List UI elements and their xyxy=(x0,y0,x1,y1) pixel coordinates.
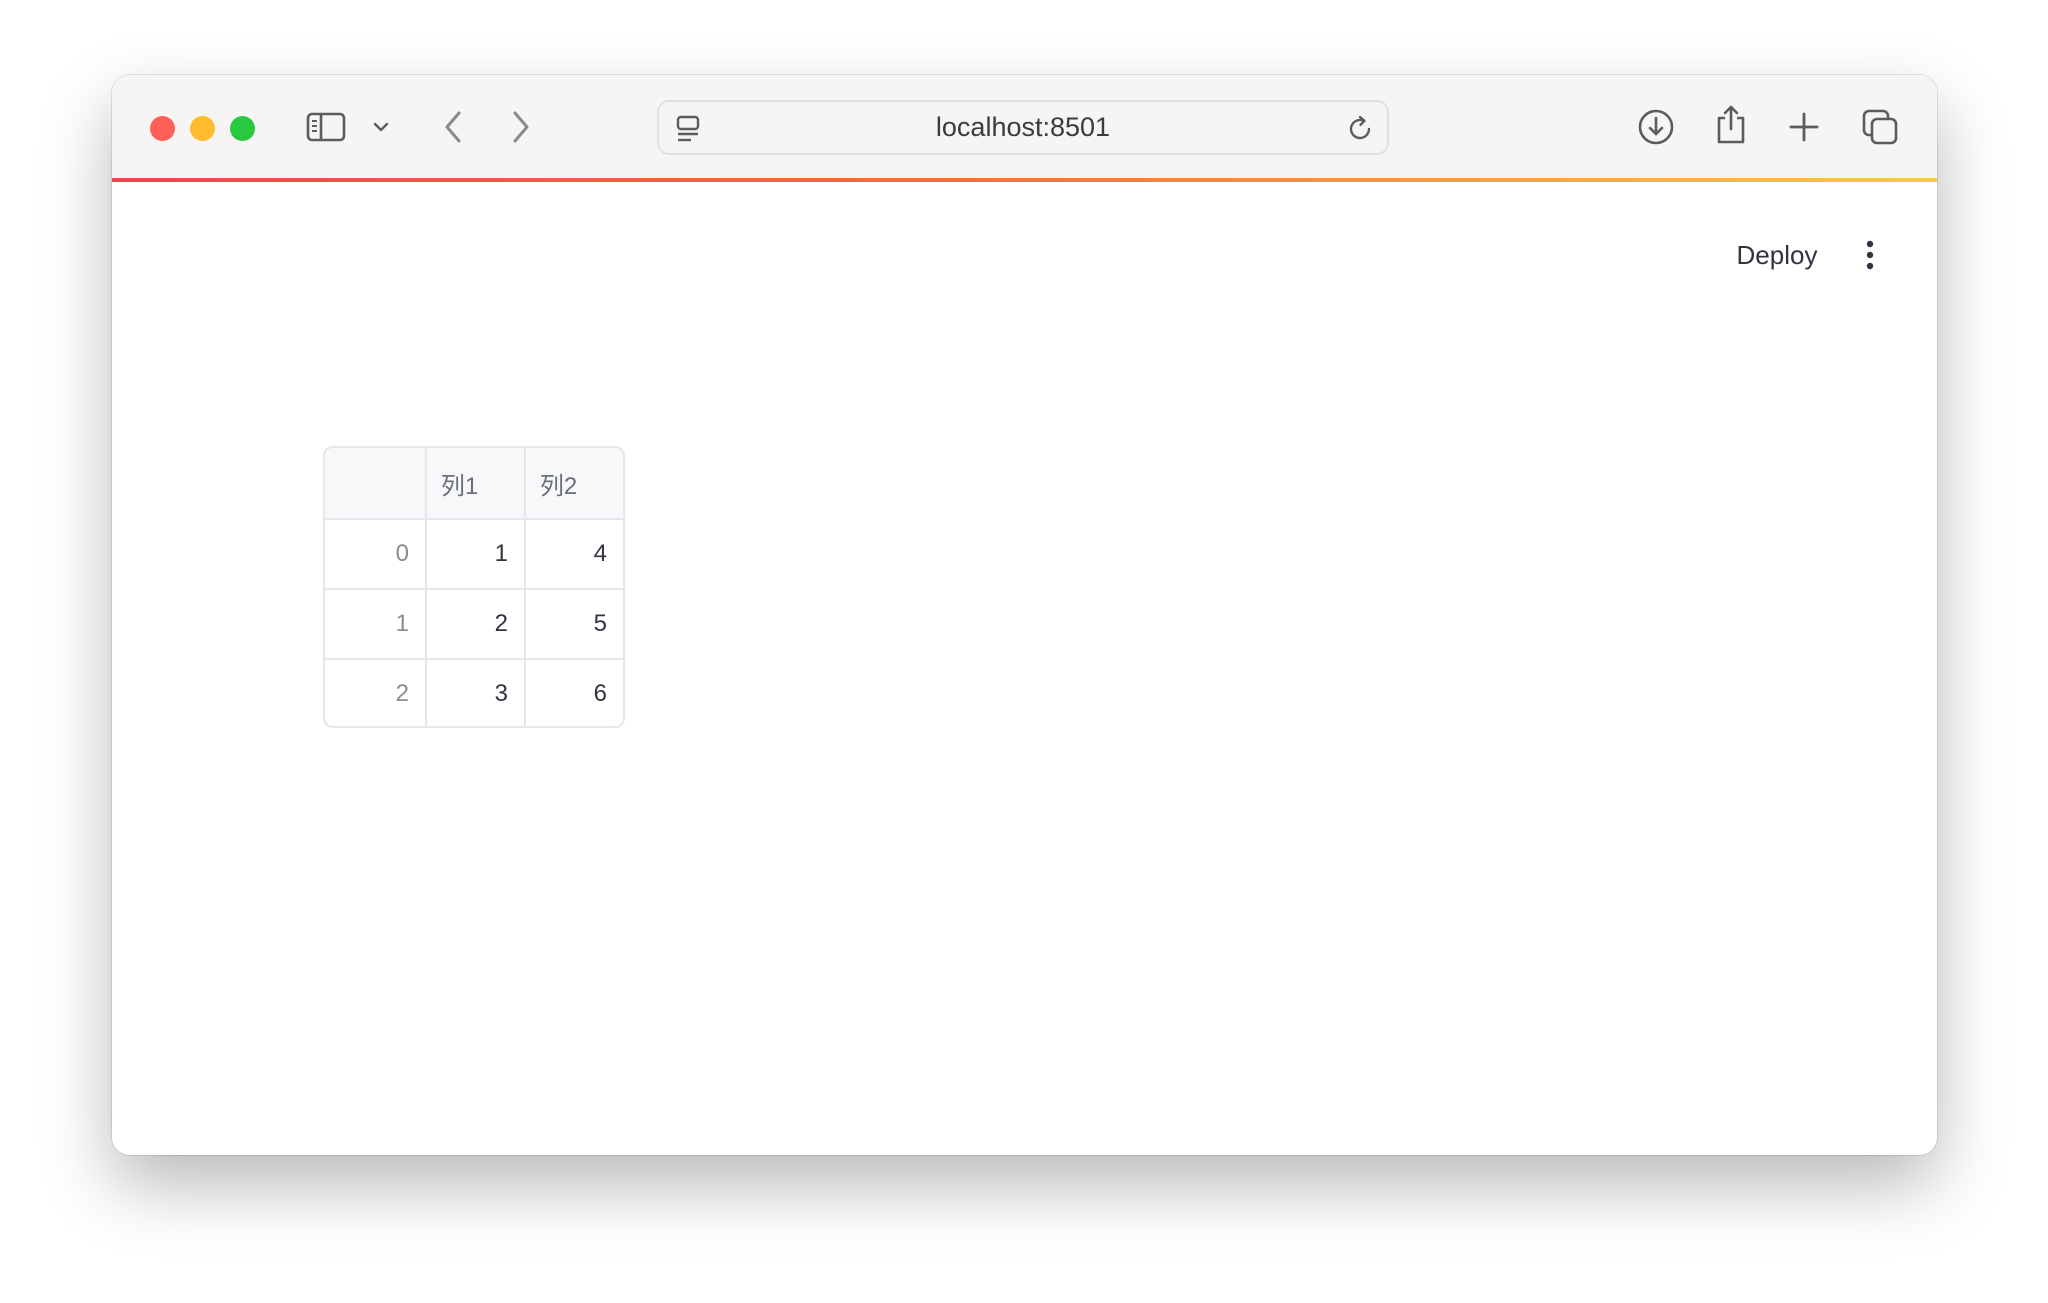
table-cell[interactable]: 3 xyxy=(424,660,524,726)
sidebar-toggle-icon[interactable] xyxy=(304,107,348,147)
close-window-button[interactable] xyxy=(150,116,175,141)
table-cell[interactable]: 4 xyxy=(523,520,623,588)
deploy-button[interactable]: Deploy xyxy=(1712,232,1842,278)
table-cell[interactable]: 6 xyxy=(523,660,623,726)
browser-window: localhost:8501 Deploy 列1 列2 0 1 4 1 2 5 … xyxy=(112,75,1937,1155)
plus-icon[interactable] xyxy=(1782,105,1826,149)
zoom-window-button[interactable] xyxy=(230,116,255,141)
table-row: 0 1 4 xyxy=(325,518,623,588)
reload-icon[interactable] xyxy=(1343,112,1377,146)
back-arrow-icon[interactable] xyxy=(434,105,472,149)
forward-arrow-icon[interactable] xyxy=(502,105,540,149)
minimize-window-button[interactable] xyxy=(190,116,215,141)
table-row: 1 2 5 xyxy=(325,588,623,658)
row-index-cell[interactable]: 1 xyxy=(325,590,425,658)
share-icon[interactable] xyxy=(1709,101,1753,149)
chevron-down-icon[interactable] xyxy=(368,111,394,143)
download-icon[interactable] xyxy=(1634,105,1678,149)
browser-toolbar: localhost:8501 xyxy=(112,75,1937,180)
header-col1-cell[interactable]: 列1 xyxy=(424,448,524,518)
tabs-overview-icon[interactable] xyxy=(1858,105,1902,149)
app-content: Deploy 列1 列2 0 1 4 1 2 5 2 3 6 xyxy=(112,182,1937,1155)
row-index-cell[interactable]: 2 xyxy=(325,660,425,726)
row-index-cell[interactable]: 0 xyxy=(325,520,425,588)
table-header-row: 列1 列2 xyxy=(325,448,623,518)
url-text[interactable]: localhost:8501 xyxy=(659,102,1387,153)
table-cell[interactable]: 1 xyxy=(424,520,524,588)
table-cell[interactable]: 2 xyxy=(424,590,524,658)
header-index-cell[interactable] xyxy=(325,448,425,518)
table-row: 2 3 6 xyxy=(325,658,623,726)
address-bar[interactable]: localhost:8501 xyxy=(657,100,1389,155)
dataframe-table[interactable]: 列1 列2 0 1 4 1 2 5 2 3 6 xyxy=(323,446,625,728)
kebab-menu-icon[interactable] xyxy=(1848,232,1892,278)
table-cell[interactable]: 5 xyxy=(523,590,623,658)
header-col2-cell[interactable]: 列2 xyxy=(523,448,623,518)
